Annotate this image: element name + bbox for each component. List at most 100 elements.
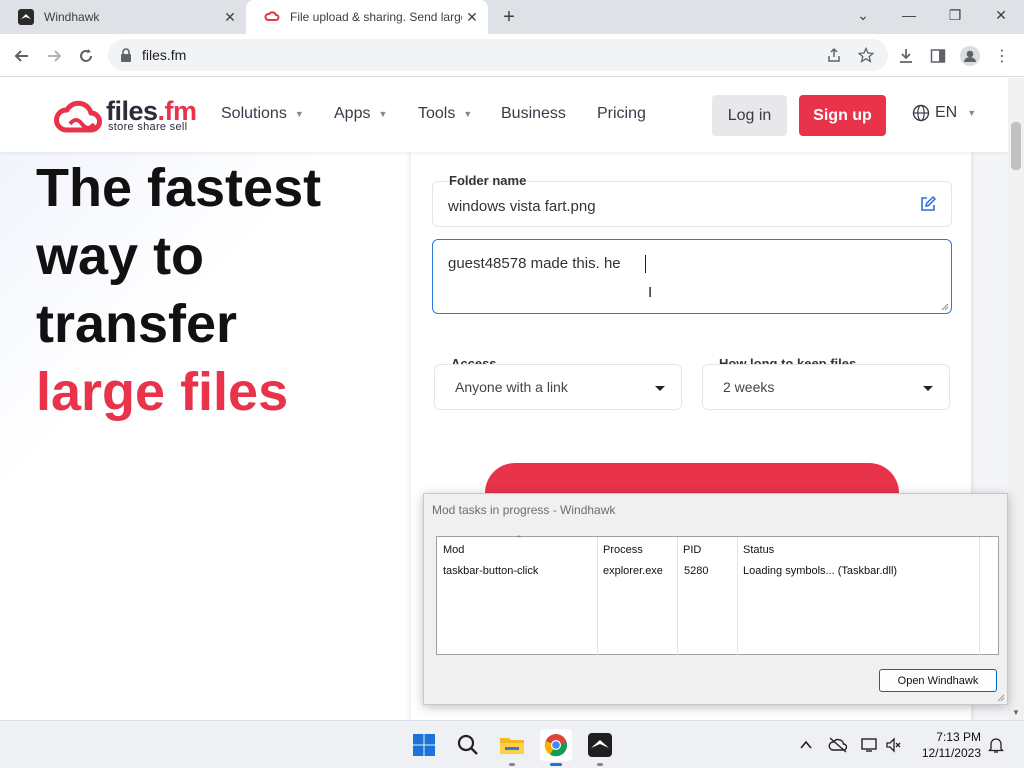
signup-button[interactable]: Sign up: [799, 95, 886, 136]
hero-heading: The fastest way to transfer large files: [36, 154, 321, 426]
new-tab-button[interactable]: +: [498, 7, 520, 29]
notification-bell-icon[interactable]: [986, 735, 1006, 755]
row-mod[interactable]: taskbar-button-click: [443, 565, 538, 577]
minimize-button[interactable]: —: [886, 0, 932, 30]
windhawk-progress-dialog: Mod tasks in progress - Windhawk ⌃ Mod P…: [423, 493, 1008, 705]
open-windhawk-button[interactable]: Open Windhawk: [879, 669, 997, 692]
close-tab-icon[interactable]: ✕: [220, 7, 240, 27]
caret-down-icon: ▼: [378, 109, 388, 119]
header-mod[interactable]: Mod: [443, 544, 464, 556]
keep-files-select[interactable]: 2 weeks: [702, 364, 950, 410]
file-explorer-icon[interactable]: [496, 729, 528, 766]
hero-line: The fastest: [36, 158, 322, 218]
nav-tools[interactable]: Tools ▼: [418, 105, 472, 123]
close-window-button[interactable]: ✕: [978, 0, 1024, 30]
resize-grip-icon[interactable]: [997, 694, 1005, 702]
login-button[interactable]: Log in: [712, 95, 787, 136]
caret-down-icon: ▼: [463, 109, 473, 119]
nav-label: Solutions: [221, 105, 287, 122]
profile-avatar-icon[interactable]: [960, 46, 980, 66]
folder-name-value: windows vista fart.png: [448, 198, 596, 215]
reload-icon: [80, 49, 92, 62]
tab-files-fm[interactable]: File upload & sharing. Send large ✕: [246, 0, 488, 34]
nav-apps[interactable]: Apps ▼: [334, 105, 387, 123]
windows-start-icon[interactable]: [408, 729, 440, 761]
system-clock[interactable]: 7:13 PM 12/11/2023: [917, 729, 981, 761]
windhawk-icon: [18, 9, 34, 25]
language-label: EN: [935, 104, 958, 121]
back-arrow-icon: [14, 50, 28, 62]
active-indicator: [550, 763, 562, 766]
resize-grip-icon[interactable]: [941, 303, 949, 311]
forward-arrow-icon: [48, 50, 62, 62]
chrome-menu-icon[interactable]: ⋮: [992, 46, 1012, 66]
cloud-sync-off-icon[interactable]: [828, 735, 848, 755]
forward-button[interactable]: [42, 44, 66, 68]
tab-search-icon[interactable]: ⌄: [840, 0, 886, 30]
globe-icon: [912, 104, 930, 122]
row-process[interactable]: explorer.exe: [603, 565, 663, 577]
nav-label: Apps: [334, 105, 371, 122]
column-status: [738, 537, 980, 655]
page-scrollbar[interactable]: ▼: [1008, 78, 1024, 720]
tab-title: File upload & sharing. Send large: [290, 10, 462, 24]
address-bar[interactable]: files.fm: [108, 39, 888, 71]
caret-down-icon: ▼: [967, 108, 977, 118]
folder-name-label: Folder name: [449, 173, 527, 188]
access-select[interactable]: Anyone with a link: [434, 364, 682, 410]
volume-muted-icon[interactable]: [884, 735, 904, 755]
share-icon[interactable]: [824, 45, 844, 65]
nav-solutions[interactable]: Solutions ▼: [221, 105, 304, 123]
side-panel-icon[interactable]: [928, 46, 948, 66]
chevron-up-icon[interactable]: [796, 735, 816, 755]
search-icon[interactable]: [452, 729, 484, 761]
clock-time: 7:13 PM: [936, 730, 981, 744]
windhawk-icon[interactable]: [584, 729, 616, 766]
logo-tagline: store share sell: [108, 121, 188, 133]
files-fm-logo[interactable]: files.fm store share sell: [52, 96, 202, 136]
language-selector[interactable]: EN ▼: [912, 104, 976, 122]
header-process[interactable]: Process: [603, 544, 643, 556]
nav-pricing[interactable]: Pricing: [597, 105, 646, 123]
nav-business[interactable]: Business: [501, 105, 566, 123]
header-status[interactable]: Status: [743, 544, 774, 556]
access-value: Anyone with a link: [455, 379, 568, 395]
windows-taskbar: 7:13 PM 12/11/2023: [0, 720, 1024, 768]
browser-toolbar: files.fm ⋮: [0, 34, 1024, 77]
mod-tasks-list[interactable]: ⌃ Mod Process PID Status taskbar-button-…: [436, 534, 999, 655]
row-status[interactable]: Loading symbols... (Taskbar.dll): [743, 565, 897, 577]
header-pid[interactable]: PID: [683, 544, 701, 556]
text-cursor-icon: I: [648, 284, 653, 301]
close-tab-icon[interactable]: ✕: [462, 7, 482, 27]
reload-button[interactable]: [74, 44, 98, 68]
nav-label: Business: [501, 105, 566, 122]
download-icon[interactable]: [896, 46, 916, 66]
nav-label: Tools: [418, 105, 456, 122]
maximize-button[interactable]: ❐: [932, 0, 978, 30]
nav-label: Pricing: [597, 105, 646, 122]
network-icon[interactable]: [860, 735, 880, 755]
site-header: files.fm store share sell Solutions ▼ App…: [0, 78, 1008, 152]
browser-tab-strip: Windhawk ✕ File upload & sharing. Send l…: [0, 0, 1024, 34]
cloud-logo-icon: [54, 100, 102, 133]
caret-down-icon: ▼: [294, 109, 304, 119]
tab-title: Windhawk: [44, 10, 100, 24]
tab-windhawk[interactable]: Windhawk ✕: [0, 0, 246, 34]
scrollbar-thumb[interactable]: [1011, 122, 1021, 170]
row-pid[interactable]: 5280: [684, 565, 708, 577]
edit-icon[interactable]: [919, 195, 937, 213]
url-text: files.fm: [142, 47, 187, 63]
running-indicator: [597, 763, 603, 766]
back-button[interactable]: [10, 44, 34, 68]
hero-line: transfer: [36, 294, 238, 354]
hero-line: way to: [36, 226, 205, 286]
running-indicator: [509, 763, 515, 766]
bookmark-star-icon[interactable]: [856, 45, 876, 65]
text-caret: [645, 255, 646, 273]
chevron-down-icon: [923, 386, 933, 391]
scroll-down-arrow-icon[interactable]: ▼: [1012, 708, 1020, 717]
chrome-icon[interactable]: [540, 729, 572, 766]
sort-up-icon: ⌃: [515, 534, 523, 544]
message-textarea[interactable]: guest48578 made this. he: [432, 239, 952, 314]
clock-date: 12/11/2023: [921, 746, 981, 760]
